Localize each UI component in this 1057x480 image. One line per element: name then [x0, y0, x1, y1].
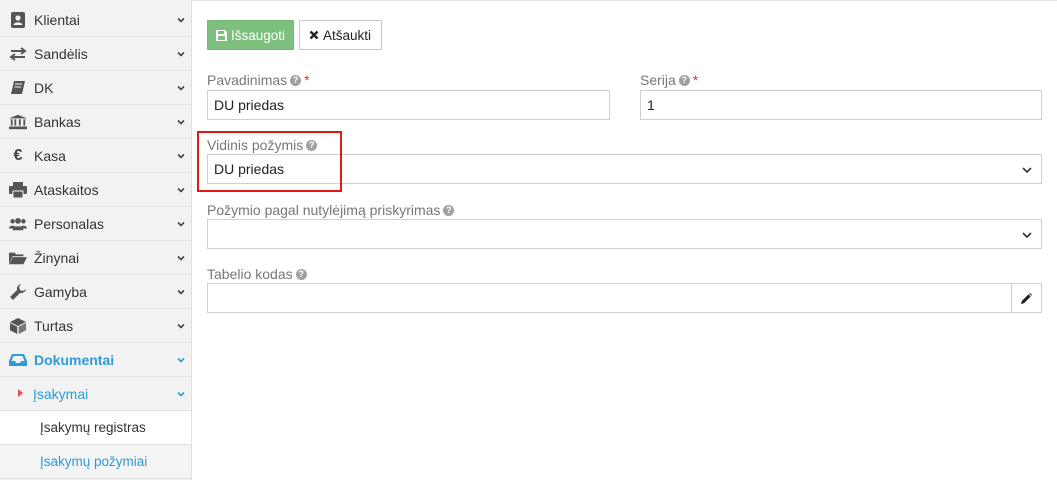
series-label-text: Serija: [640, 72, 676, 88]
sidebar-item-turtas[interactable]: Turtas: [0, 309, 191, 343]
chevron-down-icon: [177, 51, 185, 57]
sidebar-subitem-isakymu-registras[interactable]: Įsakymų registras: [0, 411, 191, 445]
required-mark: *: [304, 72, 310, 88]
internal-select-value: DU priedas: [214, 161, 285, 177]
cancel-button-label: Atšaukti: [323, 27, 372, 43]
help-icon[interactable]: ?: [678, 74, 690, 86]
series-input[interactable]: 1: [640, 90, 1042, 120]
default-label-text: Požymio pagal nutylėjimą priskyrimas: [207, 202, 441, 218]
chevron-down-icon: [177, 221, 185, 227]
code-input[interactable]: [207, 283, 1012, 313]
caret-right-icon: [18, 389, 23, 397]
sidebar-subitem-label: Įsakymų požymiai: [40, 454, 148, 469]
chevron-down-icon: [177, 119, 185, 125]
chevron-down-icon: [177, 323, 185, 329]
name-input-value: DU priedas: [214, 97, 285, 113]
sidebar-item-bankas[interactable]: Bankas: [0, 105, 191, 139]
chevron-down-icon: [1022, 232, 1032, 239]
sidebar-item-dk[interactable]: DK: [0, 71, 191, 105]
sidebar-item-gamyba[interactable]: Gamyba: [0, 275, 191, 309]
top-divider: [192, 0, 1057, 4]
sidebar-item-label: Dokumentai: [34, 352, 115, 368]
sidebar-item-label: Turtas: [34, 318, 74, 334]
chevron-down-icon: [1022, 167, 1032, 174]
sidebar-subitem-isakymu-pozymiai[interactable]: Įsakymų požymiai: [0, 445, 191, 479]
sidebar-submenu-isakymai[interactable]: Įsakymai: [0, 377, 191, 411]
name-field-label: Pavadinimas ? *: [207, 73, 310, 87]
sidebar-item-label: DK: [34, 80, 54, 96]
sidebar-item-label: Gamyba: [34, 284, 87, 300]
save-icon: [216, 29, 227, 41]
help-icon[interactable]: ?: [306, 139, 318, 151]
sidebar-submenu-label: Įsakymai: [33, 386, 89, 402]
sidebar-subitem-label: Įsakymų registras: [40, 420, 146, 435]
save-button-label: Išsaugoti: [231, 27, 286, 43]
pencil-icon: [1021, 292, 1032, 304]
euro-icon: €: [13, 147, 23, 164]
sidebar-item-dokumentai[interactable]: Dokumentai: [0, 343, 191, 377]
bank-icon: [9, 113, 27, 131]
name-label-text: Pavadinimas: [207, 72, 288, 88]
series-input-value: 1: [647, 97, 655, 113]
edit-code-button[interactable]: [1011, 283, 1042, 313]
chevron-down-icon: [177, 85, 185, 91]
cube-icon: [9, 317, 27, 335]
close-icon: [309, 30, 319, 40]
inbox-icon: [9, 351, 27, 369]
sidebar-item-klientai[interactable]: Klientai: [0, 3, 191, 37]
sidebar-item-label: Ataskaitos: [34, 182, 99, 198]
code-label-text: Tabelio kodas: [207, 266, 293, 282]
wrench-icon: [9, 283, 27, 301]
chevron-down-icon: [177, 289, 185, 295]
sidebar-item-label: Personalas: [34, 216, 105, 232]
sidebar-item-ataskaitos[interactable]: Ataskaitos: [0, 173, 191, 207]
users-icon: [9, 215, 27, 233]
internal-label-text: Vidinis požymis: [207, 137, 304, 153]
internal-select[interactable]: DU priedas: [207, 154, 1042, 184]
book-icon: [9, 79, 27, 97]
code-field-label: Tabelio kodas ?: [207, 267, 307, 281]
chevron-down-icon: [177, 357, 185, 363]
sidebar-item-zinynai[interactable]: Žinynai: [0, 241, 191, 275]
save-button[interactable]: Išsaugoti: [207, 20, 294, 50]
print-icon: [9, 181, 27, 199]
cancel-button[interactable]: Atšaukti: [299, 20, 382, 50]
sidebar-item-label: Sandėlis: [34, 46, 88, 62]
chevron-down-icon: [177, 255, 185, 261]
sidebar-item-label: Klientai: [34, 12, 80, 28]
default-select[interactable]: [207, 219, 1042, 249]
sidebar: Klientai Sandėlis DK Bankas € Kasa Atask…: [0, 0, 192, 480]
client-icon: [9, 11, 27, 29]
chevron-down-icon: [177, 187, 185, 193]
chevron-down-icon: [177, 17, 185, 23]
help-icon[interactable]: ?: [290, 74, 302, 86]
sidebar-item-sandelis[interactable]: Sandėlis: [0, 37, 191, 71]
folder-icon: [9, 249, 27, 267]
sidebar-item-personalas[interactable]: Personalas: [0, 207, 191, 241]
required-mark: *: [692, 72, 699, 88]
name-input[interactable]: DU priedas: [207, 90, 610, 120]
chevron-down-icon: [177, 153, 185, 159]
sidebar-item-label: Bankas: [34, 114, 81, 130]
sidebar-item-label: Kasa: [34, 148, 66, 164]
help-icon[interactable]: ?: [295, 268, 307, 280]
default-field-label: Požymio pagal nutylėjimą priskyrimas ?: [207, 202, 455, 218]
sidebar-item-label: Žinynai: [34, 250, 80, 266]
exchange-icon: [9, 45, 27, 63]
help-icon[interactable]: ?: [443, 204, 455, 216]
series-field-label: Serija ? *: [640, 73, 698, 87]
chevron-down-icon: [177, 391, 185, 397]
internal-field-label: Vidinis požymis ?: [207, 137, 318, 153]
sidebar-item-kasa[interactable]: € Kasa: [0, 139, 191, 173]
